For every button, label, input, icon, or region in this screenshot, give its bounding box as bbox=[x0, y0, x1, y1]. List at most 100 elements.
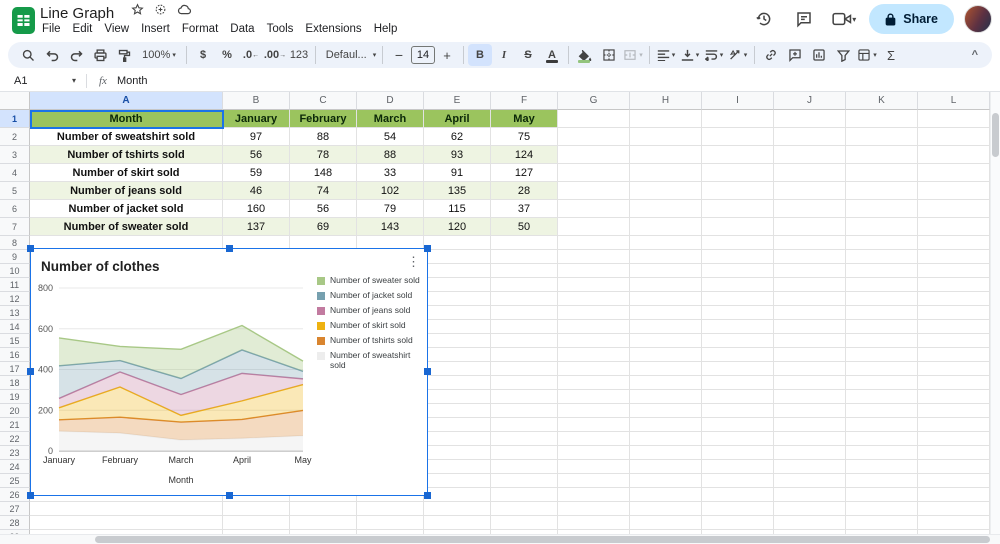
cell-I28[interactable] bbox=[702, 516, 774, 530]
cell-H22[interactable] bbox=[630, 432, 702, 446]
cell-L8[interactable] bbox=[918, 236, 990, 250]
chart-handle-se[interactable] bbox=[424, 492, 431, 499]
cell-J17[interactable] bbox=[774, 362, 846, 376]
cell-H19[interactable] bbox=[630, 390, 702, 404]
cell-L15[interactable] bbox=[918, 334, 990, 348]
cell-I10[interactable] bbox=[702, 264, 774, 278]
cell-A27[interactable] bbox=[30, 502, 223, 516]
cell-A1[interactable]: Month bbox=[30, 110, 223, 128]
cell-F21[interactable] bbox=[491, 418, 558, 432]
cell-J8[interactable] bbox=[774, 236, 846, 250]
row-header-2[interactable]: 2 bbox=[0, 128, 30, 146]
cell-F13[interactable] bbox=[491, 306, 558, 320]
cell-B4[interactable]: 59 bbox=[223, 164, 290, 182]
row-header-22[interactable]: 22 bbox=[0, 432, 30, 446]
zoom-select[interactable]: 100% ▾ bbox=[136, 44, 182, 66]
row-header-4[interactable]: 4 bbox=[0, 164, 30, 182]
cell-L25[interactable] bbox=[918, 474, 990, 488]
cell-J10[interactable] bbox=[774, 264, 846, 278]
decrease-decimal-button[interactable]: .0 ← bbox=[239, 44, 263, 66]
menu-insert[interactable]: Insert bbox=[135, 21, 176, 37]
cell-J16[interactable] bbox=[774, 348, 846, 362]
column-header-L[interactable]: L bbox=[918, 92, 990, 110]
cell-J18[interactable] bbox=[774, 376, 846, 390]
italic-button[interactable]: I bbox=[492, 44, 516, 66]
cell-I16[interactable] bbox=[702, 348, 774, 362]
cell-B27[interactable] bbox=[223, 502, 290, 516]
cell-G16[interactable] bbox=[558, 348, 630, 362]
cell-A3[interactable]: Number of tshirts sold bbox=[30, 146, 223, 164]
cell-A4[interactable]: Number of skirt sold bbox=[30, 164, 223, 182]
cell-C4[interactable]: 148 bbox=[290, 164, 357, 182]
cell-H11[interactable] bbox=[630, 278, 702, 292]
menu-extensions[interactable]: Extensions bbox=[299, 21, 367, 37]
cell-F24[interactable] bbox=[491, 460, 558, 474]
cell-B28[interactable] bbox=[223, 516, 290, 530]
column-header-H[interactable]: H bbox=[630, 92, 702, 110]
cell-G1[interactable] bbox=[558, 110, 630, 128]
cell-G9[interactable] bbox=[558, 250, 630, 264]
row-header-19[interactable]: 19 bbox=[0, 390, 30, 404]
row-header-23[interactable]: 23 bbox=[0, 446, 30, 460]
cell-J6[interactable] bbox=[774, 200, 846, 218]
row-header-24[interactable]: 24 bbox=[0, 460, 30, 474]
cell-E12[interactable] bbox=[424, 292, 491, 306]
cell-K28[interactable] bbox=[846, 516, 918, 530]
cell-G4[interactable] bbox=[558, 164, 630, 182]
cell-K24[interactable] bbox=[846, 460, 918, 474]
cell-I19[interactable] bbox=[702, 390, 774, 404]
menu-view[interactable]: View bbox=[98, 21, 135, 37]
cell-G15[interactable] bbox=[558, 334, 630, 348]
increase-decimal-button[interactable]: .00 → bbox=[263, 44, 287, 66]
cell-J7[interactable] bbox=[774, 218, 846, 236]
chart-handle-n[interactable] bbox=[226, 245, 233, 252]
cell-J1[interactable] bbox=[774, 110, 846, 128]
column-header-K[interactable]: K bbox=[846, 92, 918, 110]
cell-K8[interactable] bbox=[846, 236, 918, 250]
cell-H28[interactable] bbox=[630, 516, 702, 530]
cell-C28[interactable] bbox=[290, 516, 357, 530]
cell-K23[interactable] bbox=[846, 446, 918, 460]
cell-K16[interactable] bbox=[846, 348, 918, 362]
cell-G22[interactable] bbox=[558, 432, 630, 446]
row-header-6[interactable]: 6 bbox=[0, 200, 30, 218]
cell-E2[interactable]: 62 bbox=[424, 128, 491, 146]
insert-comment-icon[interactable] bbox=[783, 44, 807, 66]
cell-G12[interactable] bbox=[558, 292, 630, 306]
cell-G6[interactable] bbox=[558, 200, 630, 218]
cell-F2[interactable]: 75 bbox=[491, 128, 558, 146]
meet-dropdown-caret[interactable]: ▾ bbox=[852, 15, 856, 24]
cell-K12[interactable] bbox=[846, 292, 918, 306]
embedded-chart[interactable]: Number of clothes ⋮ 0 200 400 600 800 January… bbox=[30, 248, 428, 496]
cell-K19[interactable] bbox=[846, 390, 918, 404]
cell-C27[interactable] bbox=[290, 502, 357, 516]
cell-D5[interactable]: 102 bbox=[357, 182, 424, 200]
cell-K3[interactable] bbox=[846, 146, 918, 164]
text-wrap-icon[interactable]: ▾ bbox=[702, 44, 726, 66]
cell-E25[interactable] bbox=[424, 474, 491, 488]
cell-I14[interactable] bbox=[702, 320, 774, 334]
cell-I6[interactable] bbox=[702, 200, 774, 218]
undo-icon[interactable] bbox=[40, 44, 64, 66]
cell-F19[interactable] bbox=[491, 390, 558, 404]
cell-G11[interactable] bbox=[558, 278, 630, 292]
menu-help[interactable]: Help bbox=[368, 21, 404, 37]
cell-J12[interactable] bbox=[774, 292, 846, 306]
cell-K4[interactable] bbox=[846, 164, 918, 182]
cell-K10[interactable] bbox=[846, 264, 918, 278]
vertical-align-icon[interactable]: ▾ bbox=[678, 44, 702, 66]
select-all-corner[interactable] bbox=[0, 92, 30, 110]
row-header-8[interactable]: 8 bbox=[0, 236, 30, 250]
cell-G25[interactable] bbox=[558, 474, 630, 488]
cell-E5[interactable]: 135 bbox=[424, 182, 491, 200]
cell-H10[interactable] bbox=[630, 264, 702, 278]
cell-H1[interactable] bbox=[630, 110, 702, 128]
share-button[interactable]: Share bbox=[869, 4, 954, 34]
cell-F27[interactable] bbox=[491, 502, 558, 516]
avatar[interactable] bbox=[964, 5, 992, 33]
cell-E13[interactable] bbox=[424, 306, 491, 320]
cell-I22[interactable] bbox=[702, 432, 774, 446]
cell-K26[interactable] bbox=[846, 488, 918, 502]
cell-H24[interactable] bbox=[630, 460, 702, 474]
cell-L1[interactable] bbox=[918, 110, 990, 128]
